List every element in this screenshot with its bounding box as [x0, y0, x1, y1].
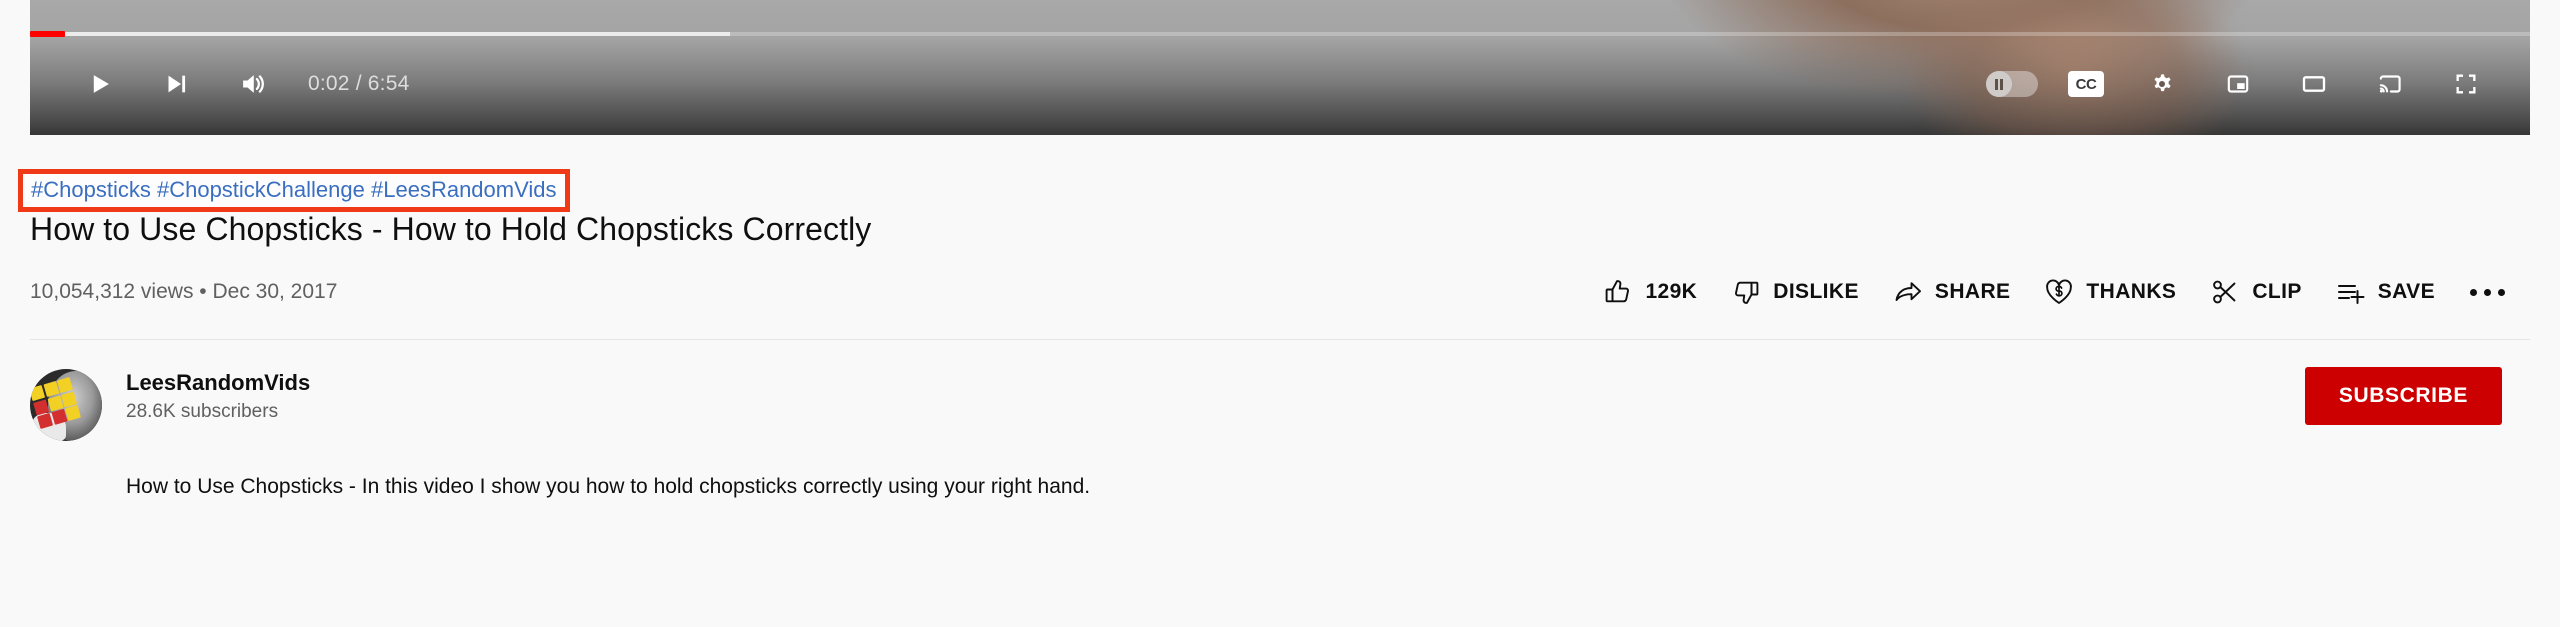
play-button[interactable] — [62, 55, 138, 113]
channel-text: LeesRandomVids 28.6K subscribers — [126, 367, 310, 423]
hashtags[interactable]: #Chopsticks #ChopstickChallenge #LeesRan… — [31, 176, 557, 204]
next-track-icon — [168, 75, 186, 93]
video-description: How to Use Chopsticks - In this video I … — [126, 475, 1091, 498]
thanks-button[interactable]: THANKS — [2027, 270, 2193, 314]
share-button[interactable]: SHARE — [1876, 270, 2028, 314]
clip-label: CLIP — [2252, 280, 2302, 303]
scissors-icon — [2213, 280, 2236, 304]
view-count-and-date: 10,054,312 views • Dec 30, 2017 — [30, 280, 338, 303]
video-player[interactable]: 0:02 / 6:54 CC — [30, 0, 2530, 135]
subscriber-count: 28.6K subscribers — [126, 400, 279, 422]
autoplay-toggle[interactable] — [1976, 55, 2048, 113]
section-divider — [30, 339, 2530, 340]
dislike-label: DISLIKE — [1773, 280, 1859, 303]
progress-buffered — [30, 32, 730, 36]
cast-button[interactable] — [2352, 55, 2428, 113]
next-video-button[interactable] — [138, 55, 214, 113]
time-display: 0:02 / 6:54 — [308, 72, 410, 95]
heart-dollar-icon — [2046, 279, 2073, 304]
more-actions-button[interactable] — [2452, 270, 2508, 314]
video-title: How to Use Chopsticks - How to Hold Chop… — [30, 211, 872, 247]
progress-played — [30, 31, 65, 37]
hashtags-highlight-annotation: #Chopsticks #ChopstickChallenge #LeesRan… — [18, 169, 570, 212]
miniplayer-icon — [2227, 75, 2249, 93]
more-dot — [2483, 288, 2491, 296]
play-icon — [93, 75, 109, 93]
fullscreen-icon — [2456, 74, 2476, 94]
playlist-add-icon — [2337, 285, 2365, 304]
settings-button[interactable] — [2124, 55, 2200, 113]
share-arrow-icon — [1895, 282, 1921, 301]
more-dot — [2497, 288, 2505, 296]
fullscreen-button[interactable] — [2428, 55, 2504, 113]
closed-captions-icon: CC — [2068, 71, 2104, 97]
volume-button[interactable] — [214, 55, 290, 113]
player-controls: 0:02 / 6:54 CC — [30, 55, 2530, 113]
progress-bar[interactable] — [30, 31, 2530, 37]
miniplayer-button[interactable] — [2200, 55, 2276, 113]
save-button[interactable]: SAVE — [2319, 270, 2452, 314]
hashtag-link[interactable]: #ChopstickChallenge — [157, 177, 365, 202]
save-label: SAVE — [2377, 280, 2435, 303]
hashtag-link[interactable]: #Chopsticks — [31, 177, 151, 202]
channel-name[interactable]: LeesRandomVids — [126, 369, 310, 398]
thanks-label: THANKS — [2086, 280, 2177, 303]
hashtag-link[interactable]: #LeesRandomVids — [371, 177, 557, 202]
thumbs-down-icon — [1735, 281, 1759, 304]
like-count: 129K — [1645, 280, 1698, 303]
autoplay-toggle-icon — [1986, 71, 2038, 97]
avatar[interactable] — [30, 369, 102, 441]
share-label: SHARE — [1934, 280, 2011, 303]
dislike-button[interactable]: DISLIKE — [1714, 270, 1876, 314]
theater-mode-icon — [2302, 76, 2326, 92]
more-dot — [2469, 288, 2477, 296]
captions-button[interactable]: CC — [2048, 55, 2124, 113]
clip-button[interactable]: CLIP — [2193, 270, 2318, 314]
cast-icon — [2379, 75, 2401, 93]
subscribe-button[interactable]: SUBSCRIBE — [2304, 367, 2502, 425]
theater-mode-button[interactable] — [2276, 55, 2352, 113]
gear-icon — [2154, 74, 2171, 92]
player-controls-left: 0:02 / 6:54 — [30, 55, 425, 113]
volume-icon — [243, 75, 264, 93]
like-button[interactable]: 129K — [1586, 270, 1714, 314]
channel-row: LeesRandomVids 28.6K subscribers SUBSCRI… — [30, 367, 2530, 447]
player-controls-right: CC — [1976, 55, 2530, 113]
thumbs-up-icon — [1606, 280, 1630, 303]
video-action-buttons: 129K DISLIKE SHARE THANKS CLIP SAVE — [1586, 270, 2530, 314]
video-meta-row: 10,054,312 views • Dec 30, 2017 129K DIS… — [30, 270, 2530, 314]
